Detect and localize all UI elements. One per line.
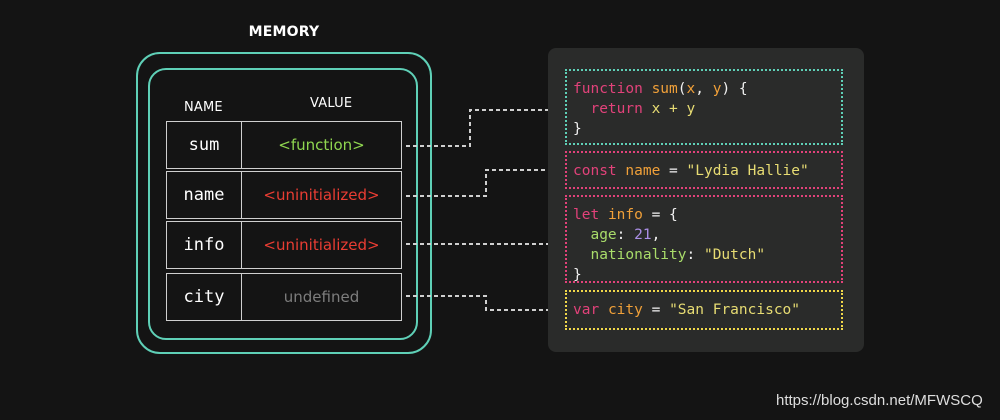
comma: ,	[651, 227, 661, 243]
keyword-return: return	[590, 101, 643, 117]
string-value: "San Francisco"	[669, 302, 801, 318]
string-value: "Lydia Hallie"	[686, 163, 809, 179]
code-block-info: let info = { age: 21, nationality: "Dutc…	[565, 195, 843, 283]
return-expression: x + y	[651, 101, 696, 117]
identifier-name: name	[625, 163, 661, 179]
watermark-url: https://blog.csdn.net/MFWSCQ	[776, 392, 983, 409]
assign: =	[660, 163, 687, 179]
key-age: age	[590, 227, 617, 243]
nationality-value: "Dutch"	[703, 247, 766, 263]
paren-close: ) {	[721, 81, 748, 97]
keyword-let: let	[573, 207, 600, 223]
comma: ,	[695, 81, 713, 97]
age-value: 21	[634, 227, 652, 243]
connector-name	[406, 169, 564, 197]
keyword-var: var	[573, 302, 600, 318]
code-block-name: const name = "Lydia Hallie"	[565, 151, 843, 189]
connector-city	[406, 295, 564, 311]
code-block-sum: function sum(x, y) { return x + y }	[565, 69, 843, 145]
colon: :	[686, 247, 704, 263]
assign: =	[642, 302, 670, 318]
key-nationality: nationality	[590, 247, 687, 263]
keyword-function: function	[573, 81, 643, 97]
connector-sum	[406, 109, 564, 147]
code-block-city: var city = "San Francisco"	[565, 290, 843, 330]
assign-open: = {	[642, 207, 678, 223]
identifier-city: city	[607, 302, 643, 318]
function-name: sum	[651, 81, 678, 97]
param-x: x	[686, 81, 696, 97]
colon: :	[616, 227, 635, 243]
closing-brace: }	[573, 121, 582, 137]
closing-brace: }	[573, 267, 582, 283]
paren-open: (	[677, 81, 687, 97]
keyword-const: const	[573, 163, 617, 179]
identifier-info: info	[607, 207, 643, 223]
